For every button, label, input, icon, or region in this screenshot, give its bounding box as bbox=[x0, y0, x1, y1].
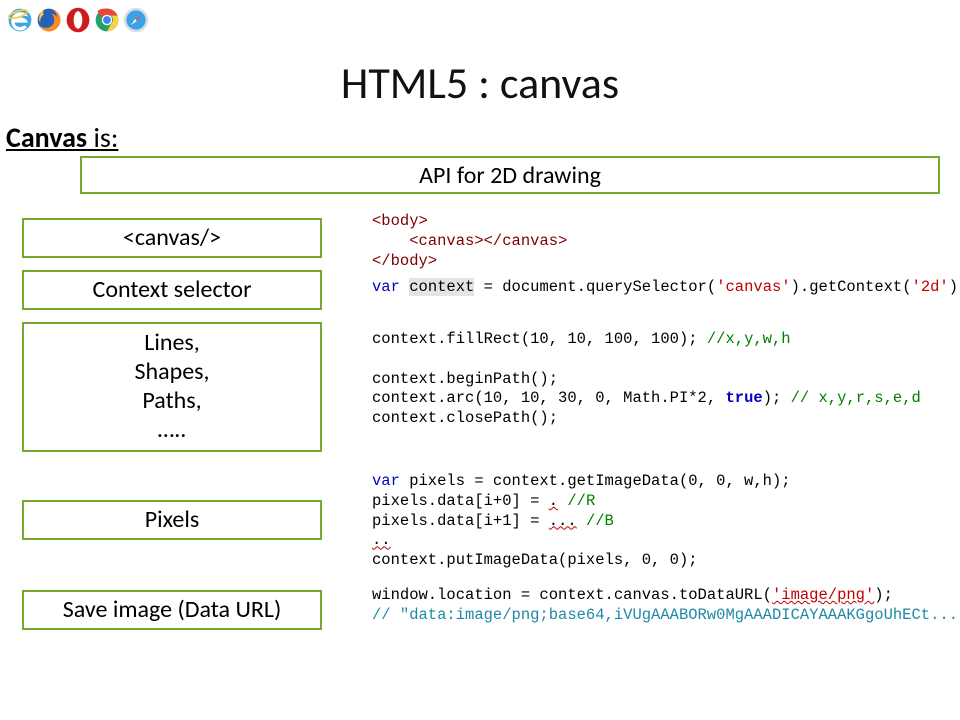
chrome-icon bbox=[93, 6, 121, 34]
feature-primitives-l2: Shapes, bbox=[134, 358, 209, 387]
subheading-bold: Canvas bbox=[6, 120, 87, 155]
code-pixels: var pixels = context.getImageData(0, 0, … bbox=[372, 472, 791, 571]
feature-pixels: Pixels bbox=[22, 500, 322, 540]
slide-title: HTML5 : canvas bbox=[0, 56, 960, 110]
code-save-image: window.location = context.canvas.toDataU… bbox=[372, 586, 960, 626]
feature-primitives-l4: ….. bbox=[158, 416, 187, 445]
feature-save-image: Save image (Data URL) bbox=[22, 590, 322, 630]
firefox-icon bbox=[35, 6, 63, 34]
browser-icons-row bbox=[6, 6, 150, 34]
opera-icon bbox=[64, 6, 92, 34]
subheading-rest: is: bbox=[87, 120, 118, 155]
code-body-canvas: <body> <canvas></canvas> </body> bbox=[372, 212, 567, 271]
slide: HTML5 : canvas Canvas is: API for 2D dra… bbox=[0, 0, 960, 720]
feature-primitives-l3: Paths, bbox=[142, 387, 201, 416]
ie-icon bbox=[6, 6, 34, 34]
safari-icon bbox=[122, 6, 150, 34]
feature-context-selector: Context selector bbox=[22, 270, 322, 310]
code-shapes: context.fillRect(10, 10, 100, 100); //x,… bbox=[372, 330, 921, 429]
feature-primitives-l1: Lines, bbox=[144, 329, 200, 358]
subheading: Canvas is: bbox=[6, 120, 118, 155]
feature-canvas-tag: <canvas/> bbox=[22, 218, 322, 258]
api-box: API for 2D drawing bbox=[80, 156, 940, 194]
feature-primitives: Lines, Shapes, Paths, ….. bbox=[22, 322, 322, 452]
code-context-selector: var context = document.querySelector('ca… bbox=[372, 278, 960, 298]
